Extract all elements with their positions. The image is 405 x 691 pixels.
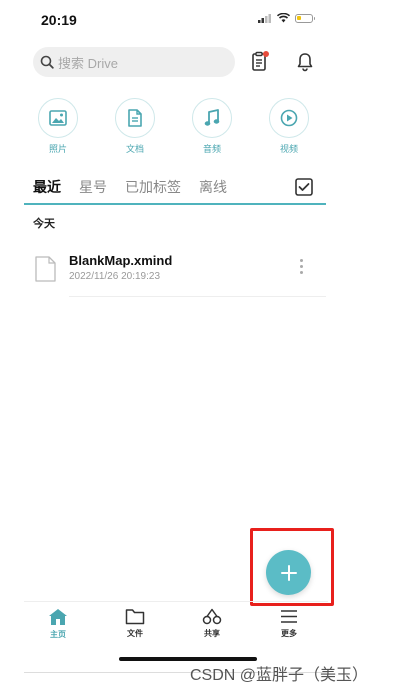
nav-label: 共享	[204, 629, 220, 638]
search-placeholder: 搜索 Drive	[58, 55, 118, 71]
plus-icon	[280, 564, 297, 581]
battery-icon	[295, 13, 315, 23]
tab-underline	[24, 203, 326, 205]
add-button[interactable]	[266, 550, 311, 595]
menu-icon	[281, 610, 297, 623]
more-dot	[300, 265, 303, 268]
file-date: 2022/11/26 20:19:23	[69, 271, 161, 282]
category-audio[interactable]: 音频	[192, 98, 232, 155]
nav-label: 文件	[127, 629, 143, 638]
wifi-icon	[277, 13, 290, 23]
category-video[interactable]: 视频	[269, 98, 309, 155]
category-label: 音频	[202, 144, 221, 154]
status-time: 20:19	[41, 12, 77, 28]
search-icon	[40, 55, 54, 69]
nav-home[interactable]: 主页	[38, 608, 78, 640]
tab-starred[interactable]: 星号	[79, 177, 107, 197]
category-label: 文档	[125, 144, 144, 154]
tab-bar: 最近 星号 已加标签 离线	[33, 177, 227, 197]
row-divider	[69, 296, 326, 297]
category-photos[interactable]: 照片	[38, 98, 78, 155]
signal-icon	[258, 13, 271, 23]
file-icon	[35, 256, 56, 282]
nav-share[interactable]: 共享	[192, 608, 232, 639]
file-name[interactable]: BlankMap.xmind	[69, 253, 172, 268]
search-bar[interactable]: 搜索 Drive	[33, 47, 235, 77]
tab-offline[interactable]: 离线	[199, 177, 227, 197]
play-icon	[280, 109, 298, 127]
tab-recent[interactable]: 最近	[33, 177, 61, 197]
tab-tagged[interactable]: 已加标签	[125, 177, 181, 197]
bell-icon	[297, 53, 313, 72]
nav-label: 主页	[50, 630, 66, 639]
notification-button[interactable]	[294, 51, 316, 73]
document-icon	[128, 109, 142, 127]
file-more-button[interactable]	[300, 259, 303, 274]
image-icon	[49, 110, 67, 126]
file-thumbnail	[35, 256, 56, 287]
clipboard-icon	[252, 51, 269, 71]
status-icons	[258, 13, 315, 23]
select-button[interactable]	[295, 178, 313, 201]
nav-label: 更多	[281, 629, 297, 638]
more-dot	[300, 259, 303, 262]
folder-icon	[125, 609, 145, 625]
checkbox-icon	[295, 178, 313, 196]
category-label: 照片	[48, 144, 67, 154]
more-dot	[300, 271, 303, 274]
category-label: 视频	[279, 144, 298, 154]
clipboard-button[interactable]	[249, 50, 271, 72]
home-icon	[49, 609, 67, 625]
nav-more[interactable]: 更多	[269, 608, 309, 639]
nav-files[interactable]: 文件	[115, 608, 155, 639]
music-icon	[204, 109, 220, 126]
nav-divider	[24, 601, 328, 602]
category-documents[interactable]: 文档	[115, 98, 155, 155]
watermark: CSDN @蓝胖子（美玉）	[190, 667, 369, 684]
share-icon	[202, 608, 222, 625]
section-title-today: 今天	[33, 218, 55, 230]
